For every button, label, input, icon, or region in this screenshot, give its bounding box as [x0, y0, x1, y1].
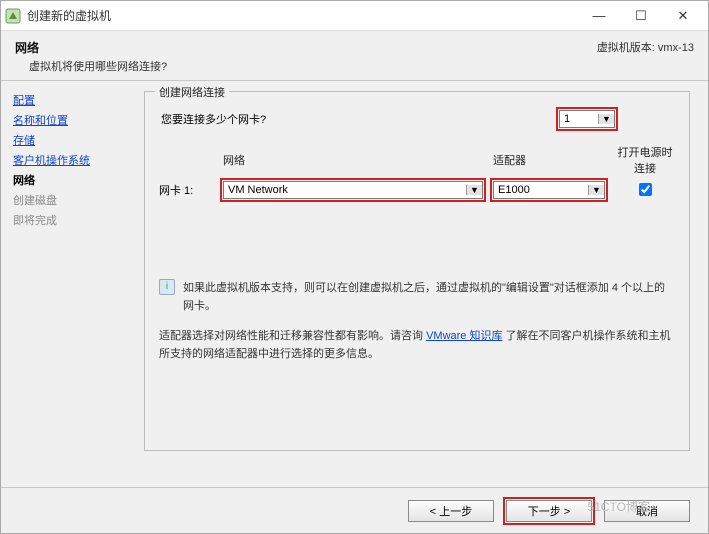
network-value: VM Network	[228, 184, 288, 196]
minimize-button[interactable]: —	[578, 2, 620, 30]
wizard-main: 创建网络连接 您要连接多少个网卡? 1 ▼ 网络 适配器 打开电源时连接 网卡 …	[138, 81, 708, 487]
sidebar-item-create-disk: 创建磁盘	[13, 191, 126, 211]
wizard-window: 创建新的虚拟机 — ☐ ✕ 网络 虚拟机将使用哪些网络连接? 虚拟机版本: vm…	[0, 0, 709, 534]
col-network: 网络	[223, 152, 483, 172]
wizard-body: 配置 名称和位置 存储 客户机操作系统 网络 创建磁盘 即将完成 创建网络连接 …	[1, 81, 708, 487]
wizard-footer: < 上一步 下一步 > 取消	[1, 487, 708, 533]
col-adapter: 适配器	[493, 152, 605, 172]
page-title: 网络	[15, 39, 597, 56]
sidebar-item-ready: 即将完成	[13, 211, 126, 231]
info-text-2: 适配器选择对网络性能和迁移兼容性都有影响。请咨询 VMware 知识库 了解在不…	[159, 327, 675, 363]
page-subtitle: 虚拟机将使用哪些网络连接?	[15, 58, 597, 74]
info-icon: i	[159, 279, 175, 295]
sidebar-item-config[interactable]: 配置	[13, 91, 126, 111]
info-block: i 如果此虚拟机版本支持，则可以在创建虚拟机之后，通过虚拟机的"编辑设置"对话框…	[159, 279, 675, 363]
nic-count-question: 您要连接多少个网卡?	[161, 111, 559, 127]
nic-count-select[interactable]: 1 ▼	[559, 110, 615, 128]
dropdown-arrow-icon: ▼	[588, 185, 604, 195]
sidebar-item-guest-os[interactable]: 客户机操作系统	[13, 151, 126, 171]
connect-on-poweron[interactable]	[615, 180, 675, 199]
col-power: 打开电源时连接	[615, 144, 675, 180]
app-icon	[5, 8, 21, 24]
dropdown-arrow-icon: ▼	[466, 185, 482, 195]
network-select[interactable]: VM Network ▼	[223, 181, 483, 199]
vm-version: 虚拟机版本: vmx-13	[597, 39, 694, 55]
back-button[interactable]: < 上一步	[408, 500, 494, 522]
close-button[interactable]: ✕	[662, 2, 704, 30]
window-controls: — ☐ ✕	[578, 2, 704, 30]
adapter-select[interactable]: E1000 ▼	[493, 181, 605, 199]
wizard-sidebar: 配置 名称和位置 存储 客户机操作系统 网络 创建磁盘 即将完成	[1, 81, 138, 487]
sidebar-item-network: 网络	[13, 171, 126, 191]
maximize-button[interactable]: ☐	[620, 2, 662, 30]
next-button[interactable]: 下一步 >	[506, 500, 592, 522]
cancel-button[interactable]: 取消	[604, 500, 690, 522]
nic-row-label: 网卡 1:	[159, 182, 213, 198]
kb-link[interactable]: VMware 知识库	[426, 330, 502, 342]
fieldset-legend: 创建网络连接	[155, 84, 229, 100]
dropdown-arrow-icon: ▼	[598, 114, 614, 124]
wizard-header: 网络 虚拟机将使用哪些网络连接? 虚拟机版本: vmx-13	[1, 31, 708, 80]
sidebar-item-storage[interactable]: 存储	[13, 131, 126, 151]
network-fieldset: 创建网络连接 您要连接多少个网卡? 1 ▼ 网络 适配器 打开电源时连接 网卡 …	[144, 91, 690, 451]
sidebar-item-name-location[interactable]: 名称和位置	[13, 111, 126, 131]
window-title: 创建新的虚拟机	[27, 7, 578, 24]
adapter-value: E1000	[498, 184, 530, 196]
titlebar: 创建新的虚拟机 — ☐ ✕	[1, 1, 708, 31]
connect-checkbox[interactable]	[639, 183, 652, 196]
nic-count-value: 1	[564, 113, 570, 125]
info-text-1: 如果此虚拟机版本支持，则可以在创建虚拟机之后，通过虚拟机的"编辑设置"对话框添加…	[183, 279, 675, 315]
